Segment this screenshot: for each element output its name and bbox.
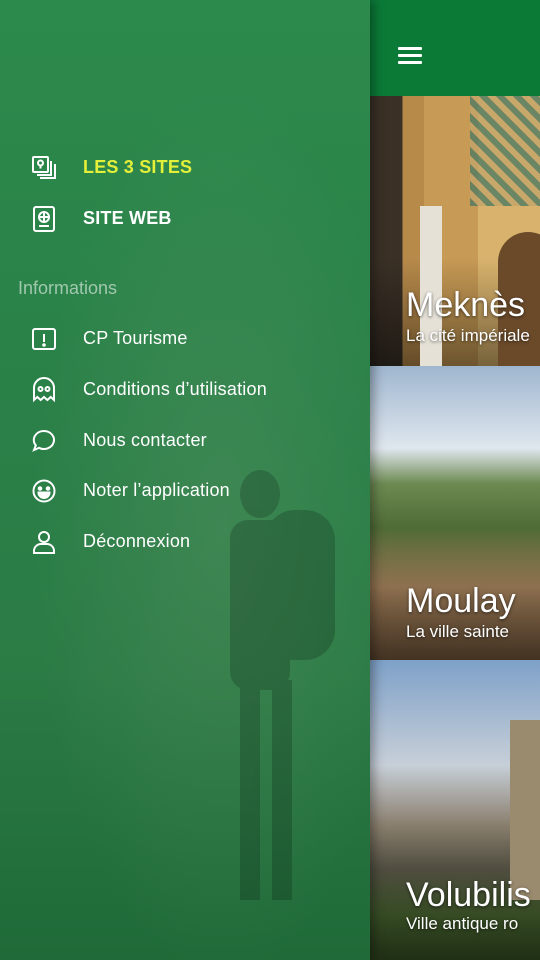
menu-item-label: Conditions d’utilisation <box>83 379 267 399</box>
menu-item-label: Noter l’application <box>83 480 230 500</box>
site-subtitle: La ville sainte <box>406 622 510 641</box>
ghost-icon <box>33 377 55 403</box>
menu-item-conditions[interactable]: Conditions d’utilisation <box>0 367 370 413</box>
site-subtitle: La cité impériale <box>406 326 530 345</box>
menu-item-label: Déconnexion <box>83 531 191 551</box>
passport-icon <box>33 206 55 232</box>
menu-item-site-web[interactable]: SITE WEB <box>0 196 370 242</box>
map-pages-icon <box>32 156 56 179</box>
site-card-meknes[interactable]: Meknès La cité impériale <box>370 96 540 366</box>
menu-item-cp-tourisme[interactable]: CP Tourisme <box>0 316 370 362</box>
menu-item-nous-contacter[interactable]: Nous contacter <box>0 418 370 464</box>
site-title: Moulay <box>406 582 516 620</box>
site-title: Volubilis <box>406 876 531 914</box>
site-card-moulay[interactable]: Moulay La ville sainte <box>370 366 540 660</box>
menu-item-label: Nous contacter <box>83 430 207 450</box>
menu-item-les-3-sites[interactable]: LES 3 SITES <box>0 145 370 191</box>
menu-item-label: CP Tourisme <box>83 328 188 348</box>
menu-item-noter-application[interactable]: Noter l’application <box>0 468 370 514</box>
site-subtitle: Ville antique ro <box>406 914 519 933</box>
smiley-icon <box>32 479 56 503</box>
site-title: Meknès <box>406 286 526 324</box>
menu-item-label: SITE WEB <box>83 208 172 228</box>
mosaic-image <box>470 96 540 206</box>
navigation-drawer: LES 3 SITES SITE WEB Informations CP Tou… <box>0 0 370 960</box>
site-card-volubilis[interactable]: Volubilis Ville antique ro <box>370 660 540 960</box>
menu-item-deconnexion[interactable]: Déconnexion <box>0 519 370 565</box>
chat-bubble-icon <box>32 429 55 452</box>
alert-box-icon <box>32 328 56 350</box>
hamburger-menu-icon[interactable] <box>398 47 422 67</box>
user-icon <box>33 531 55 554</box>
menu-item-label: LES 3 SITES <box>83 157 193 177</box>
section-header-informations: Informations <box>18 278 118 298</box>
ruin-image <box>510 720 540 900</box>
